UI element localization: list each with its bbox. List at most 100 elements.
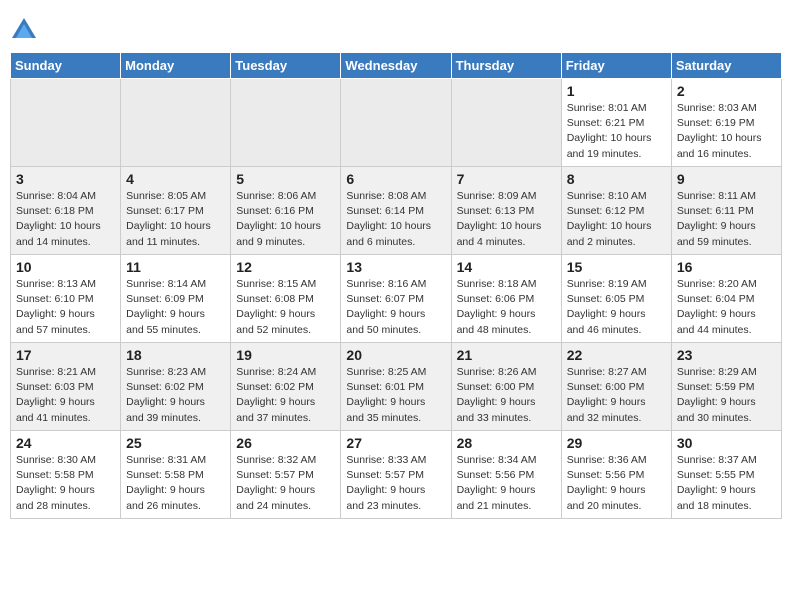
day-header-saturday: Saturday bbox=[671, 53, 781, 79]
day-number: 7 bbox=[457, 171, 556, 187]
day-number: 5 bbox=[236, 171, 335, 187]
calendar-cell: 8 Sunrise: 8:10 AMSunset: 6:12 PMDaylight… bbox=[561, 167, 671, 255]
day-info: Sunrise: 8:29 AMSunset: 5:59 PMDaylight:… bbox=[677, 365, 776, 426]
day-number: 15 bbox=[567, 259, 666, 275]
day-info: Sunrise: 8:23 AMSunset: 6:02 PMDaylight:… bbox=[126, 365, 225, 426]
calendar-cell: 20 Sunrise: 8:25 AMSunset: 6:01 PMDayligh… bbox=[341, 343, 451, 431]
calendar-cell: 9 Sunrise: 8:11 AMSunset: 6:11 PMDaylight… bbox=[671, 167, 781, 255]
calendar-cell: 5Sunrise: 8:06 AMSunset: 6:16 PMDaylight… bbox=[231, 167, 341, 255]
calendar-cell: 19 Sunrise: 8:24 AMSunset: 6:02 PMDayligh… bbox=[231, 343, 341, 431]
calendar-cell: 27 Sunrise: 8:33 AMSunset: 5:57 PMDayligh… bbox=[341, 431, 451, 519]
day-header-wednesday: Wednesday bbox=[341, 53, 451, 79]
page-header: ​ bbox=[10, 10, 782, 44]
day-info: Sunrise: 8:04 AMSunset: 6:18 PMDaylight:… bbox=[16, 189, 115, 250]
day-number: 22 bbox=[567, 347, 666, 363]
day-number: 3 bbox=[16, 171, 115, 187]
day-info: Sunrise: 8:34 AMSunset: 5:56 PMDaylight:… bbox=[457, 453, 556, 514]
calendar-cell: 2 Sunrise: 8:03 AMSunset: 6:19 PMDaylight… bbox=[671, 79, 781, 167]
calendar-cell: 18 Sunrise: 8:23 AMSunset: 6:02 PMDayligh… bbox=[121, 343, 231, 431]
day-info: Sunrise: 8:37 AMSunset: 5:55 PMDaylight:… bbox=[677, 453, 776, 514]
calendar-cell: 29 Sunrise: 8:36 AMSunset: 5:56 PMDayligh… bbox=[561, 431, 671, 519]
calendar-week-2: 3 Sunrise: 8:04 AMSunset: 6:18 PMDaylight… bbox=[11, 167, 782, 255]
day-number: 28 bbox=[457, 435, 556, 451]
calendar-cell bbox=[231, 79, 341, 167]
day-info: Sunrise: 8:14 AMSunset: 6:09 PMDaylight:… bbox=[126, 277, 225, 338]
calendar-cell: 6 Sunrise: 8:08 AMSunset: 6:14 PMDaylight… bbox=[341, 167, 451, 255]
calendar-cell: 30 Sunrise: 8:37 AMSunset: 5:55 PMDayligh… bbox=[671, 431, 781, 519]
day-info: Sunrise: 8:05 AMSunset: 6:17 PMDaylight:… bbox=[126, 189, 225, 250]
day-info: Sunrise: 8:26 AMSunset: 6:00 PMDaylight:… bbox=[457, 365, 556, 426]
day-number: 8 bbox=[567, 171, 666, 187]
calendar-cell: 24 Sunrise: 8:30 AMSunset: 5:58 PMDayligh… bbox=[11, 431, 121, 519]
calendar-cell: 7 Sunrise: 8:09 AMSunset: 6:13 PMDaylight… bbox=[451, 167, 561, 255]
day-number: 23 bbox=[677, 347, 776, 363]
calendar-cell: 21 Sunrise: 8:26 AMSunset: 6:00 PMDayligh… bbox=[451, 343, 561, 431]
day-number: 29 bbox=[567, 435, 666, 451]
day-info: Sunrise: 8:01 AMSunset: 6:21 PMDaylight:… bbox=[567, 101, 666, 162]
day-info: Sunrise: 8:25 AMSunset: 6:01 PMDaylight:… bbox=[346, 365, 445, 426]
day-info: Sunrise: 8:27 AMSunset: 6:00 PMDaylight:… bbox=[567, 365, 666, 426]
calendar-cell bbox=[121, 79, 231, 167]
calendar-header-row: SundayMondayTuesdayWednesdayThursdayFrid… bbox=[11, 53, 782, 79]
calendar-table: SundayMondayTuesdayWednesdayThursdayFrid… bbox=[10, 52, 782, 519]
day-number: 17 bbox=[16, 347, 115, 363]
calendar-week-3: 10Sunrise: 8:13 AMSunset: 6:10 PMDayligh… bbox=[11, 255, 782, 343]
day-number: 16 bbox=[677, 259, 776, 275]
day-number: 25 bbox=[126, 435, 225, 451]
calendar-cell bbox=[341, 79, 451, 167]
day-info: Sunrise: 8:15 AMSunset: 6:08 PMDaylight:… bbox=[236, 277, 335, 338]
day-number: 13 bbox=[346, 259, 445, 275]
day-number: 18 bbox=[126, 347, 225, 363]
day-info: Sunrise: 8:08 AMSunset: 6:14 PMDaylight:… bbox=[346, 189, 445, 250]
day-number: 11 bbox=[126, 259, 225, 275]
calendar-cell: 1Sunrise: 8:01 AMSunset: 6:21 PMDaylight… bbox=[561, 79, 671, 167]
day-info: Sunrise: 8:20 AMSunset: 6:04 PMDaylight:… bbox=[677, 277, 776, 338]
calendar-cell: 16 Sunrise: 8:20 AMSunset: 6:04 PMDayligh… bbox=[671, 255, 781, 343]
day-info: Sunrise: 8:19 AMSunset: 6:05 PMDaylight:… bbox=[567, 277, 666, 338]
day-header-thursday: Thursday bbox=[451, 53, 561, 79]
day-info: Sunrise: 8:09 AMSunset: 6:13 PMDaylight:… bbox=[457, 189, 556, 250]
day-info: Sunrise: 8:30 AMSunset: 5:58 PMDaylight:… bbox=[16, 453, 115, 514]
day-info: Sunrise: 8:10 AMSunset: 6:12 PMDaylight:… bbox=[567, 189, 666, 250]
day-info: Sunrise: 8:18 AMSunset: 6:06 PMDaylight:… bbox=[457, 277, 556, 338]
day-info: Sunrise: 8:24 AMSunset: 6:02 PMDaylight:… bbox=[236, 365, 335, 426]
day-number: 21 bbox=[457, 347, 556, 363]
calendar-cell: 12Sunrise: 8:15 AMSunset: 6:08 PMDayligh… bbox=[231, 255, 341, 343]
day-number: 30 bbox=[677, 435, 776, 451]
day-number: 24 bbox=[16, 435, 115, 451]
calendar-cell: 11 Sunrise: 8:14 AMSunset: 6:09 PMDayligh… bbox=[121, 255, 231, 343]
day-info: Sunrise: 8:31 AMSunset: 5:58 PMDaylight:… bbox=[126, 453, 225, 514]
calendar-cell: 13 Sunrise: 8:16 AMSunset: 6:07 PMDayligh… bbox=[341, 255, 451, 343]
calendar-week-4: 17Sunrise: 8:21 AMSunset: 6:03 PMDayligh… bbox=[11, 343, 782, 431]
calendar-week-5: 24 Sunrise: 8:30 AMSunset: 5:58 PMDayligh… bbox=[11, 431, 782, 519]
day-info: Sunrise: 8:32 AMSunset: 5:57 PMDaylight:… bbox=[236, 453, 335, 514]
day-header-monday: Monday bbox=[121, 53, 231, 79]
day-number: 4 bbox=[126, 171, 225, 187]
day-number: 6 bbox=[346, 171, 445, 187]
day-info: Sunrise: 8:13 AMSunset: 6:10 PMDaylight:… bbox=[16, 277, 115, 338]
calendar-cell bbox=[451, 79, 561, 167]
day-number: 27 bbox=[346, 435, 445, 451]
calendar-cell: 26 Sunrise: 8:32 AMSunset: 5:57 PMDayligh… bbox=[231, 431, 341, 519]
day-info: Sunrise: 8:36 AMSunset: 5:56 PMDaylight:… bbox=[567, 453, 666, 514]
day-header-tuesday: Tuesday bbox=[231, 53, 341, 79]
calendar-cell: 28 Sunrise: 8:34 AMSunset: 5:56 PMDayligh… bbox=[451, 431, 561, 519]
day-header-sunday: Sunday bbox=[11, 53, 121, 79]
day-info: Sunrise: 8:16 AMSunset: 6:07 PMDaylight:… bbox=[346, 277, 445, 338]
day-number: 26 bbox=[236, 435, 335, 451]
day-number: 19 bbox=[236, 347, 335, 363]
calendar-cell: 3 Sunrise: 8:04 AMSunset: 6:18 PMDaylight… bbox=[11, 167, 121, 255]
day-number: 9 bbox=[677, 171, 776, 187]
day-info: Sunrise: 8:11 AMSunset: 6:11 PMDaylight:… bbox=[677, 189, 776, 250]
calendar-cell: 22 Sunrise: 8:27 AMSunset: 6:00 PMDayligh… bbox=[561, 343, 671, 431]
calendar-cell: 23 Sunrise: 8:29 AMSunset: 5:59 PMDayligh… bbox=[671, 343, 781, 431]
calendar-cell bbox=[11, 79, 121, 167]
day-number: 20 bbox=[346, 347, 445, 363]
day-info: Sunrise: 8:33 AMSunset: 5:57 PMDaylight:… bbox=[346, 453, 445, 514]
day-number: 2 bbox=[677, 83, 776, 99]
calendar-week-1: 1Sunrise: 8:01 AMSunset: 6:21 PMDaylight… bbox=[11, 79, 782, 167]
day-number: 14 bbox=[457, 259, 556, 275]
calendar-cell: 15 Sunrise: 8:19 AMSunset: 6:05 PMDayligh… bbox=[561, 255, 671, 343]
day-info: Sunrise: 8:03 AMSunset: 6:19 PMDaylight:… bbox=[677, 101, 776, 162]
day-header-friday: Friday bbox=[561, 53, 671, 79]
